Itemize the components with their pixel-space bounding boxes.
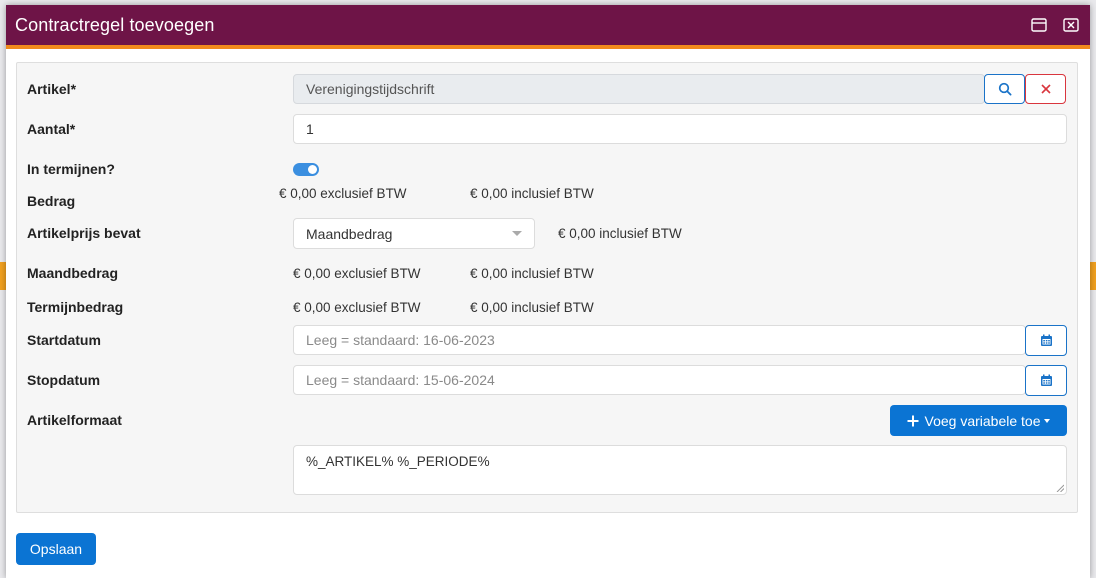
bedrag-incl: € 0,00 inclusief BTW — [470, 186, 594, 201]
startdatum-input[interactable]: Leeg = standaard: 16-06-2023 — [293, 325, 1026, 355]
maandbedrag-excl: € 0,00 exclusief BTW — [293, 266, 421, 281]
resize-grip-icon[interactable] — [1056, 484, 1064, 492]
window-icon[interactable] — [1030, 16, 1048, 34]
artikel-label: Artikel* — [27, 81, 77, 97]
clear-artikel-button[interactable] — [1025, 74, 1066, 104]
startdatum-placeholder: Leeg = standaard: 16-06-2023 — [306, 332, 495, 348]
artikelformaat-value: %_ARTIKEL% %_PERIODE% — [306, 454, 490, 469]
artikelformaat-textarea[interactable]: %_ARTIKEL% %_PERIODE% — [293, 445, 1067, 495]
modal-dialog: Contractregel toevoegen Artikel* Verenig… — [6, 5, 1090, 578]
termijnen-label: In termijnen? — [27, 161, 115, 177]
caret-down-icon — [512, 231, 522, 236]
close-window-icon[interactable] — [1062, 16, 1080, 34]
plus-icon — [907, 415, 918, 426]
artikelformaat-label: Artikelformaat — [27, 412, 122, 428]
artikelprijs-label: Artikelprijs bevat — [27, 225, 141, 241]
artikelprijs-select[interactable]: Maandbedrag — [293, 218, 535, 249]
stopdatum-label: Stopdatum — [27, 372, 101, 388]
aantal-input[interactable]: 1 — [293, 114, 1067, 144]
save-button[interactable]: Opslaan — [16, 533, 96, 565]
artikel-value: Verenigingstijdschrift — [306, 81, 435, 97]
bedrag-label: Bedrag — [27, 193, 76, 209]
calendar-icon — [1040, 374, 1052, 386]
termijnbedrag-label: Termijnbedrag — [27, 299, 124, 315]
maandbedrag-label: Maandbedrag — [27, 265, 119, 281]
add-variable-label: Voeg variabele toe — [924, 412, 1041, 429]
header-icons — [1030, 16, 1080, 34]
aantal-value: 1 — [306, 121, 314, 137]
startdatum-label: Startdatum — [27, 332, 101, 348]
modal-header: Contractregel toevoegen — [6, 5, 1090, 49]
form-panel: Artikel* Verenigingstijdschrift Aantal* … — [16, 62, 1078, 513]
artikelprijs-incl: € 0,00 inclusief BTW — [558, 226, 682, 241]
search-artikel-button[interactable] — [984, 74, 1025, 104]
artikel-input[interactable]: Verenigingstijdschrift — [293, 74, 985, 104]
clear-icon — [1040, 84, 1051, 94]
termijnbedrag-incl: € 0,00 inclusief BTW — [470, 300, 594, 315]
termijnbedrag-excl: € 0,00 exclusief BTW — [293, 300, 421, 315]
termijnen-toggle[interactable] — [293, 163, 319, 176]
maandbedrag-incl: € 0,00 inclusief BTW — [470, 266, 594, 281]
aantal-label: Aantal* — [27, 121, 76, 137]
add-variable-button[interactable]: Voeg variabele toe — [890, 405, 1067, 436]
stopdatum-input[interactable]: Leeg = standaard: 15-06-2024 — [293, 365, 1026, 395]
startdatum-calendar-button[interactable] — [1025, 325, 1067, 356]
calendar-icon — [1040, 334, 1052, 346]
bedrag-excl: € 0,00 exclusief BTW — [279, 186, 407, 201]
modal-title: Contractregel toevoegen — [15, 14, 215, 35]
search-icon — [998, 82, 1012, 96]
stopdatum-placeholder: Leeg = standaard: 15-06-2024 — [306, 372, 495, 388]
caret-down-icon — [1044, 418, 1051, 423]
background-accent-right — [1090, 262, 1096, 290]
artikelprijs-selected: Maandbedrag — [306, 225, 393, 242]
stopdatum-calendar-button[interactable] — [1025, 365, 1067, 396]
